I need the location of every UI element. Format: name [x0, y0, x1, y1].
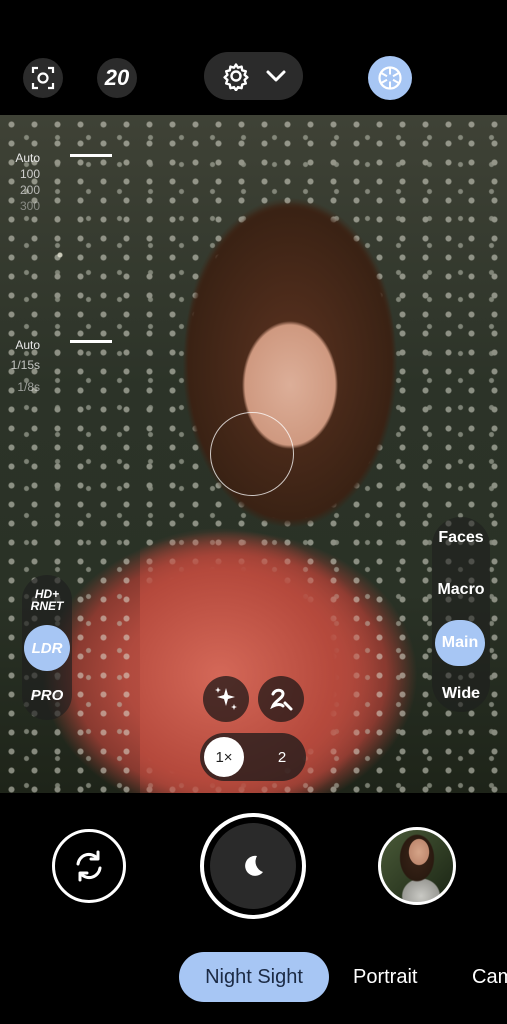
- pro-button[interactable]: PRO: [24, 672, 70, 718]
- gear-icon: [222, 63, 249, 91]
- lens-wide[interactable]: Wide: [432, 685, 490, 703]
- shutter-value: 1/8s: [17, 380, 40, 394]
- gallery-thumbnail[interactable]: [378, 827, 456, 905]
- shutter-inner: [210, 823, 296, 909]
- pro-label: PRO: [30, 686, 64, 704]
- aperture-button[interactable]: [368, 56, 412, 100]
- iso-value: 200: [19, 183, 40, 197]
- switch-camera-icon: [76, 850, 102, 882]
- shutter-value: 1/15s: [10, 358, 40, 372]
- switch-camera-button[interactable]: [52, 829, 126, 903]
- shutter-button[interactable]: [200, 813, 306, 919]
- iso-value: 300: [19, 199, 40, 213]
- enhance-button[interactable]: [203, 676, 249, 722]
- lens-macro[interactable]: Macro: [432, 581, 490, 599]
- shutter-value: Auto: [15, 338, 40, 352]
- timer-label: 20: [104, 65, 130, 90]
- scan-icon: [31, 66, 55, 90]
- iso-value: 100: [19, 167, 40, 181]
- mode-camera[interactable]: Cam: [472, 952, 507, 1002]
- zoom-2x-button[interactable]: 2: [262, 737, 302, 777]
- mode-night-sight[interactable]: Night Sight: [179, 952, 329, 1002]
- scan-button[interactable]: [23, 58, 63, 98]
- focus-ring: [210, 412, 294, 496]
- iso-indicator: [70, 154, 112, 157]
- settings-dropdown[interactable]: [204, 52, 303, 100]
- moon-icon: [245, 855, 263, 876]
- lens-faces[interactable]: Faces: [432, 529, 490, 547]
- iso-value: Auto: [15, 151, 40, 165]
- hdr-rnet-button[interactable]: HD+ RNET: [24, 577, 70, 623]
- lens-main[interactable]: Main: [435, 620, 485, 666]
- timer-button[interactable]: 20: [97, 58, 137, 98]
- sparkles-icon: [215, 687, 237, 710]
- retouch-button[interactable]: [258, 676, 304, 722]
- aperture-icon: [378, 66, 402, 90]
- mode-portrait[interactable]: Portrait: [353, 952, 417, 1002]
- chevron-down-icon: [266, 70, 285, 82]
- ldr-button[interactable]: LDR: [24, 625, 70, 671]
- zoom-1x-button[interactable]: 1×: [204, 737, 244, 777]
- retouch-icon: [270, 688, 293, 711]
- hdr-label-line2: RNET: [30, 599, 64, 613]
- ldr-label: LDR: [31, 639, 63, 657]
- shutter-indicator: [70, 340, 112, 343]
